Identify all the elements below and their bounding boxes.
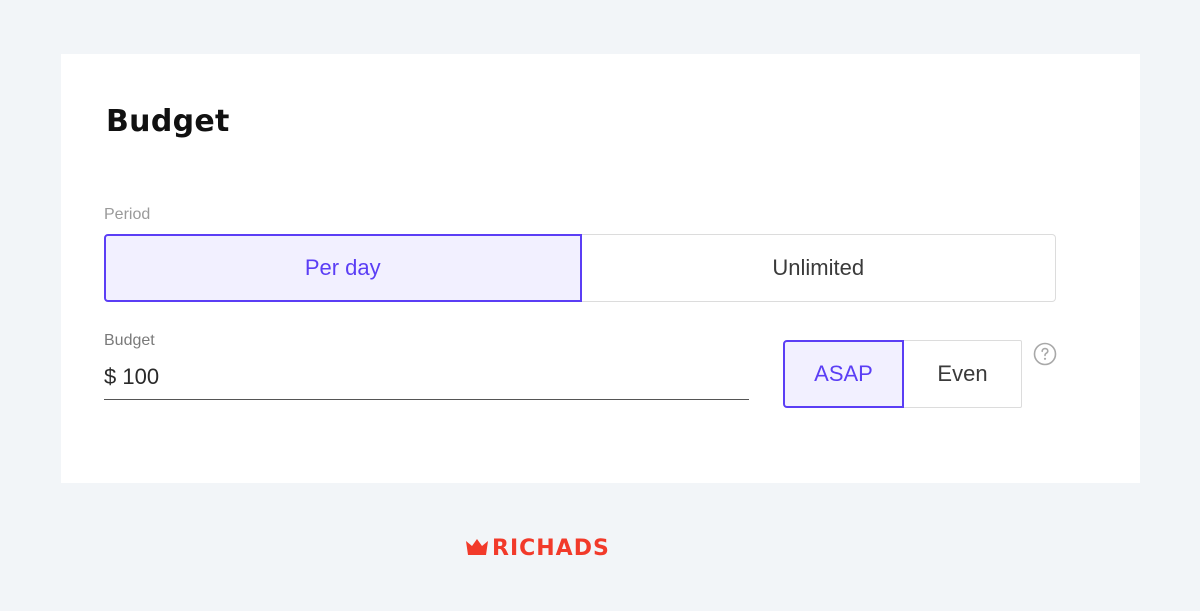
question-circle-icon[interactable]	[1033, 342, 1057, 366]
richads-logo: RICHADS	[466, 537, 610, 557]
pacing-option-asap[interactable]: ASAP	[783, 340, 904, 408]
budget-input[interactable]	[104, 363, 749, 390]
budget-field	[104, 354, 749, 400]
pacing-toggle: ASAP Even	[783, 340, 1022, 408]
budget-label: Budget	[104, 332, 155, 349]
period-label: Period	[104, 206, 151, 223]
period-toggle: Per day Unlimited	[104, 234, 1056, 302]
budget-card: Budget Period Per day Unlimited Budget A…	[61, 54, 1140, 483]
card-title: Budget	[106, 104, 230, 139]
pacing-option-even[interactable]: Even	[904, 340, 1022, 408]
period-option-per-day[interactable]: Per day	[104, 234, 582, 302]
period-option-unlimited[interactable]: Unlimited	[581, 234, 1056, 302]
richads-logo-text: RICHADS	[492, 537, 610, 557]
